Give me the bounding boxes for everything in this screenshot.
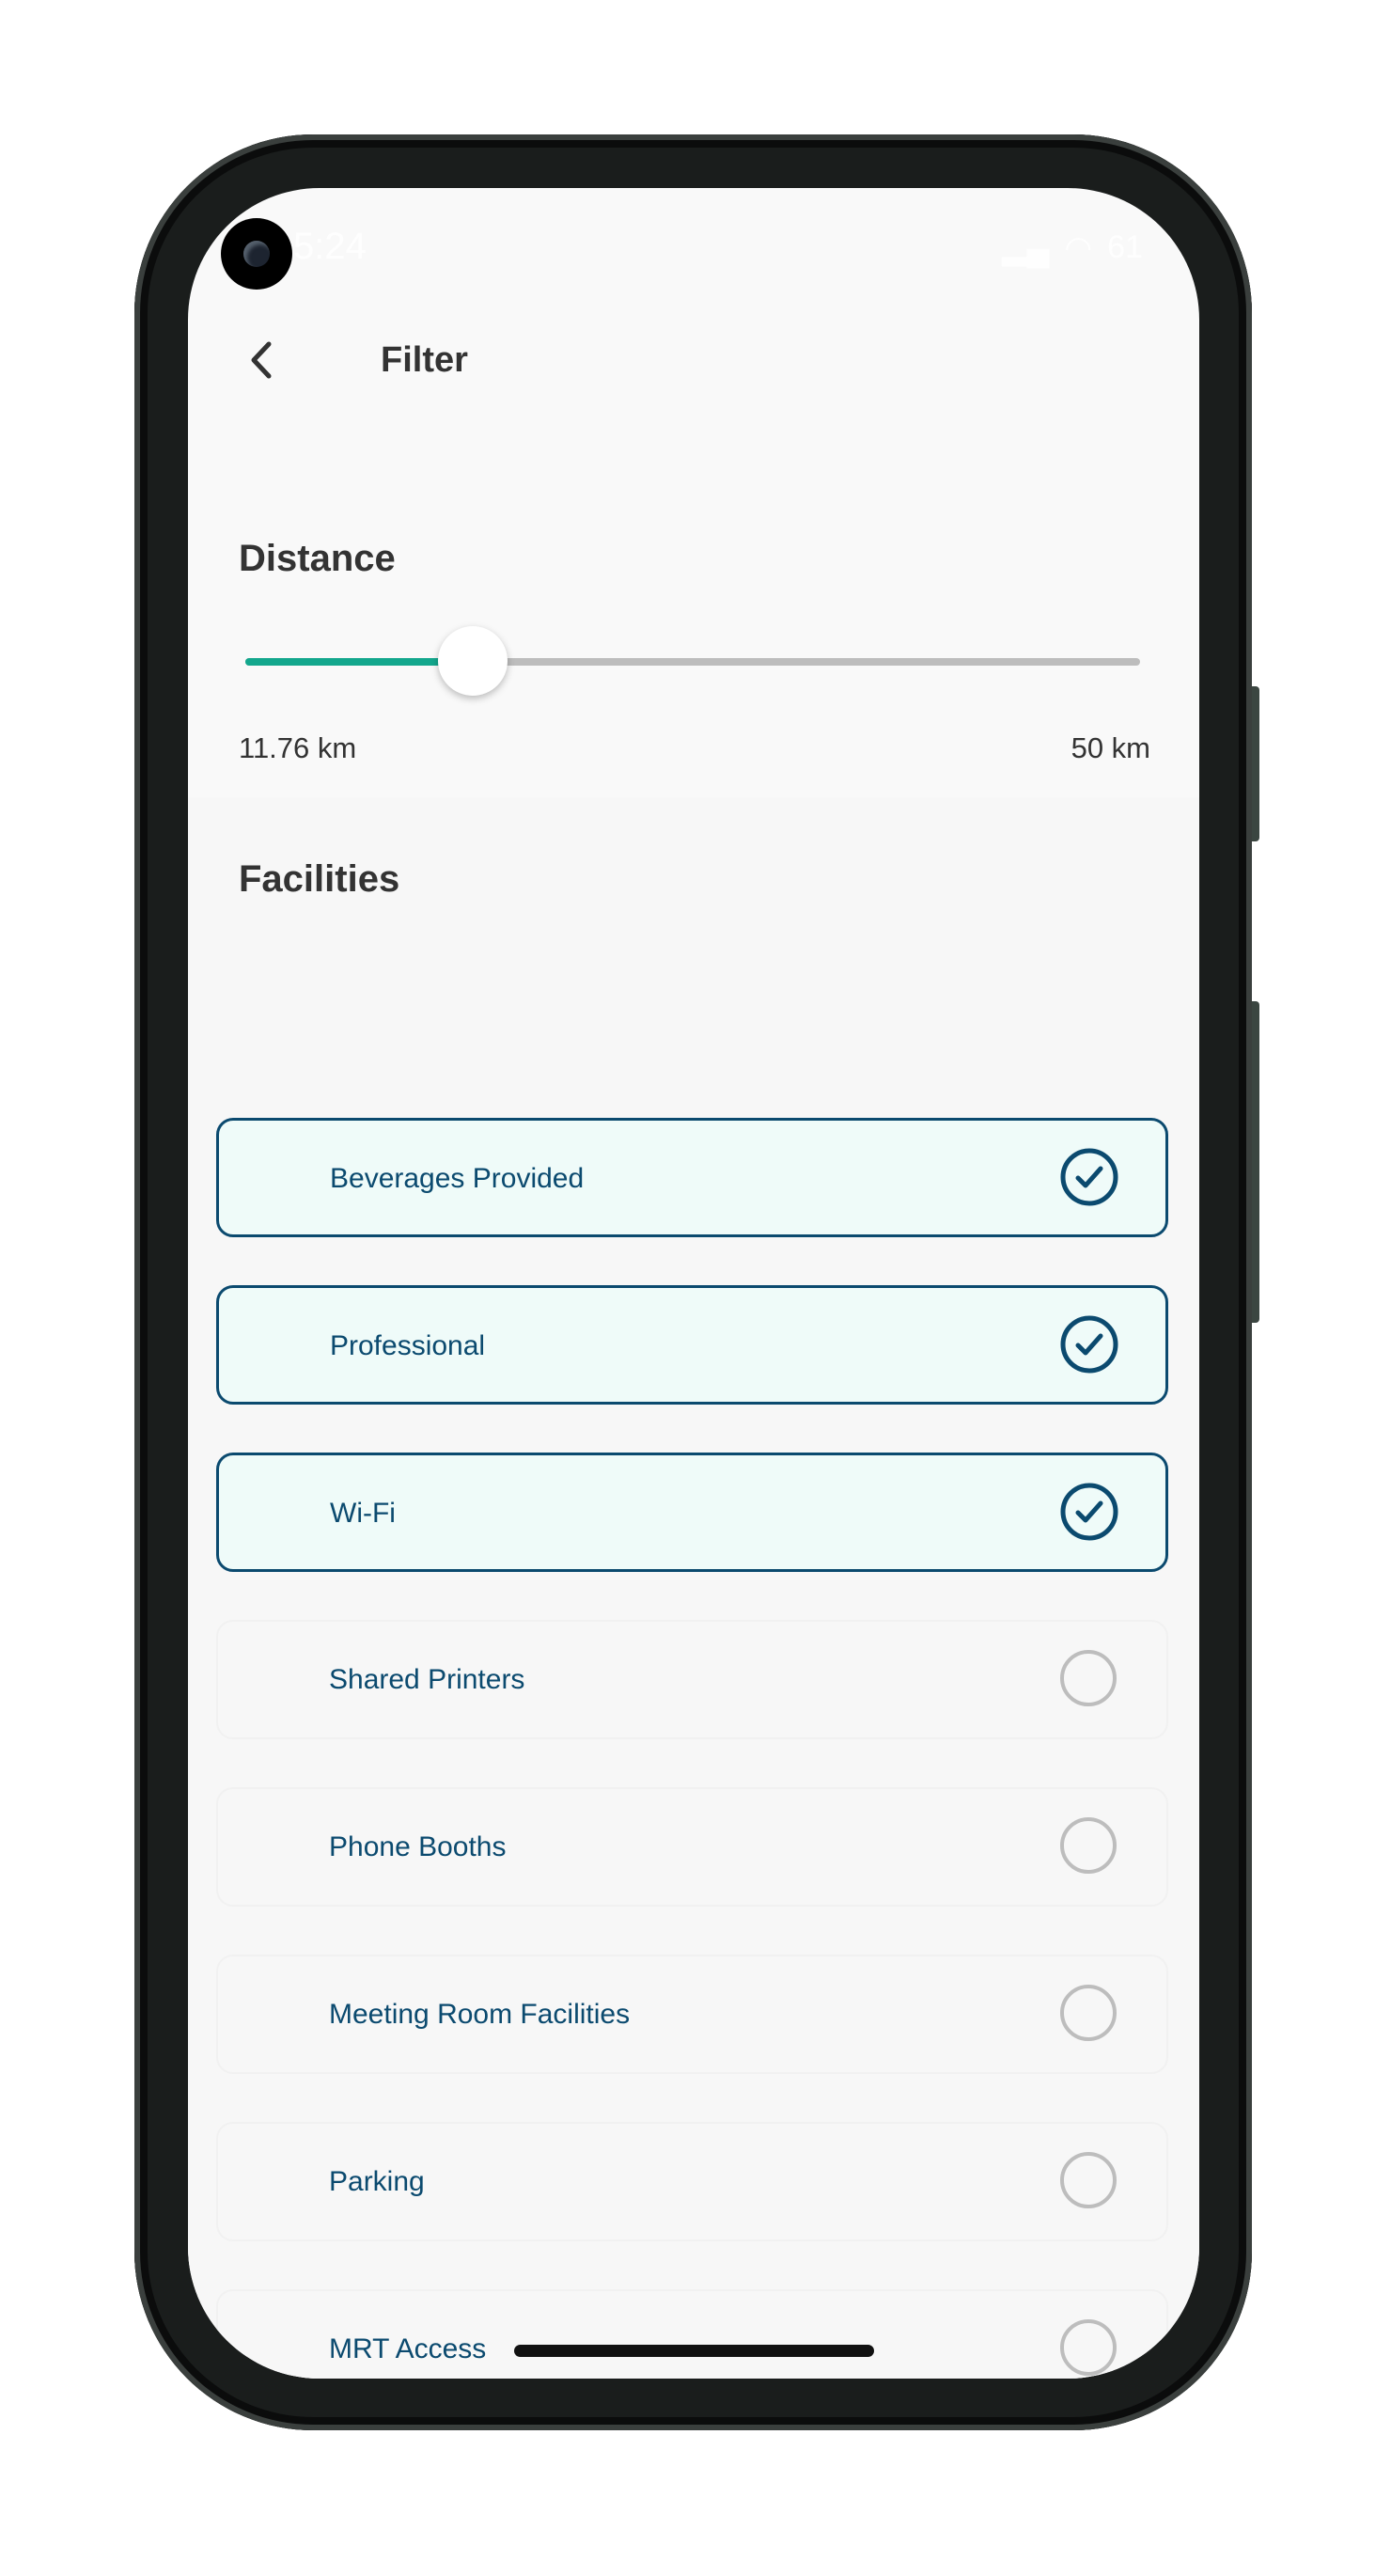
unchecked-circle-icon[interactable]	[1058, 1983, 1118, 2043]
facility-option[interactable]: Professional	[216, 1285, 1168, 1405]
unchecked-circle-icon[interactable]	[1058, 2317, 1118, 2378]
wifi-icon: ◠	[1064, 230, 1093, 266]
facilities-heading: Facilities	[239, 858, 400, 900]
facility-label: Phone Booths	[329, 1831, 507, 1862]
facility-label: MRT Access	[329, 2333, 487, 2364]
facility-label: Meeting Room Facilities	[329, 1999, 631, 2030]
facility-option[interactable]: Shared Printers	[216, 1620, 1168, 1739]
slider-thumb[interactable]	[437, 626, 508, 696]
checked-circle-icon[interactable]	[1059, 1482, 1119, 1542]
facility-option[interactable]: MRT Access	[216, 2289, 1168, 2379]
facility-label: Shared Printers	[329, 1664, 525, 1695]
battery-icon: 61	[1107, 229, 1143, 265]
back-chevron-icon[interactable]	[241, 338, 284, 382]
distance-slider[interactable]	[245, 626, 1140, 696]
facility-option[interactable]: Meeting Room Facilities	[216, 1955, 1168, 2074]
facility-option[interactable]: Beverages Provided	[216, 1118, 1168, 1237]
checked-circle-icon[interactable]	[1059, 1147, 1119, 1207]
camera-icon	[221, 218, 292, 290]
facility-label: Professional	[330, 1330, 486, 1361]
signal-icon: ▂▄	[1002, 230, 1050, 266]
facility-label: Wi-Fi	[330, 1498, 396, 1529]
unchecked-circle-icon[interactable]	[1058, 1648, 1118, 1708]
page-title: Filter	[381, 340, 468, 380]
distance-value: 11.76 km	[239, 731, 357, 764]
facility-label: Parking	[329, 2166, 425, 2197]
status-icons: ▂▄ ◠ 61	[1002, 229, 1143, 267]
screen: 5:24 ▂▄ ◠ 61 Filter Distance 11.76 km 50…	[188, 188, 1199, 2379]
unchecked-circle-icon[interactable]	[1058, 2150, 1118, 2210]
checked-circle-icon[interactable]	[1059, 1314, 1119, 1374]
facility-option[interactable]: Parking	[216, 2122, 1168, 2241]
home-indicator[interactable]	[514, 2345, 874, 2357]
distance-max: 50 km	[1071, 731, 1150, 764]
facility-option[interactable]: Phone Booths	[216, 1787, 1168, 1907]
facility-option[interactable]: Wi-Fi	[216, 1453, 1168, 1572]
unchecked-circle-icon[interactable]	[1058, 1815, 1118, 1876]
facilities-section: Facilities Beverages Provided Professiona…	[188, 797, 1199, 2379]
facility-label: Beverages Provided	[330, 1163, 585, 1194]
status-time: 5:24	[293, 226, 367, 267]
distance-heading: Distance	[239, 538, 396, 579]
